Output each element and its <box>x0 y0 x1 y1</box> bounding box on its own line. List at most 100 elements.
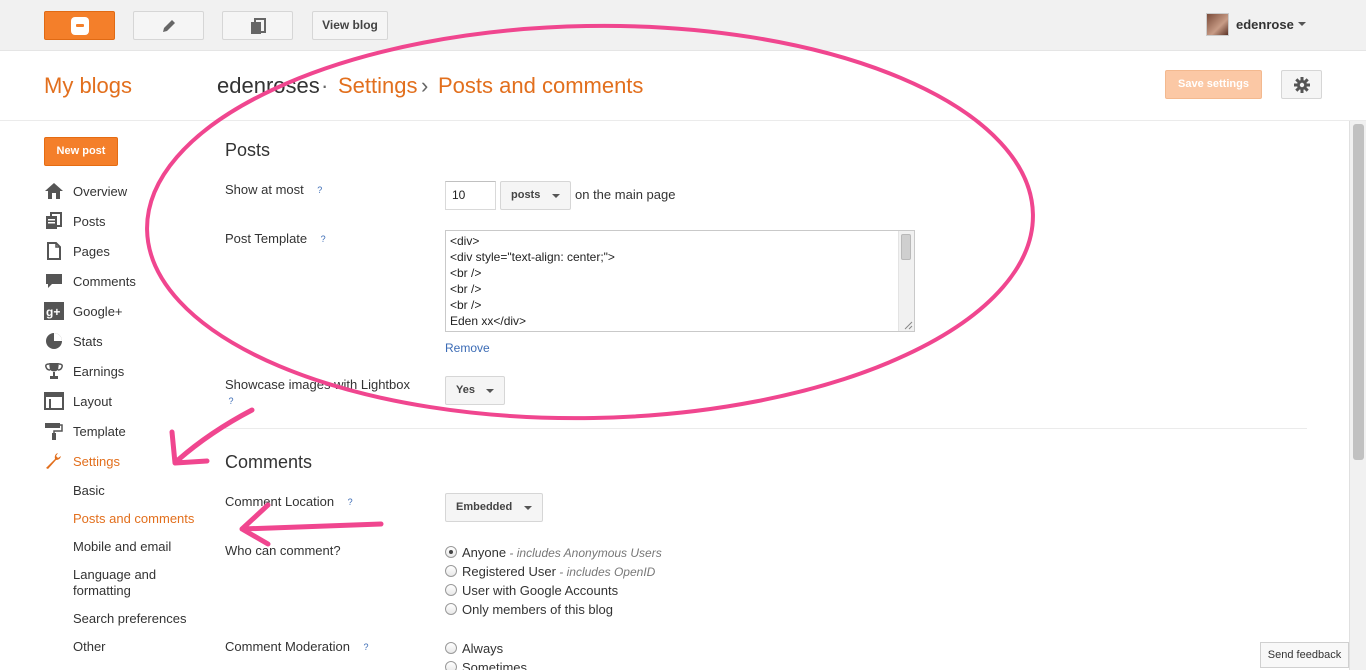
radio-label: Anyone - includes Anonymous Users <box>462 545 662 560</box>
chevron-down-icon <box>486 389 494 393</box>
lightbox-row: Showcase images with Lightbox? <box>225 377 425 409</box>
help-icon[interactable]: ? <box>344 496 356 508</box>
sidebar-item-posts[interactable]: Posts <box>44 212 204 232</box>
sidebar-item-label: Earnings <box>73 364 125 379</box>
gear-icon <box>1294 77 1310 93</box>
sidebar-item-label: Pages <box>73 244 110 259</box>
breadcrumb-separator: › <box>421 73 429 98</box>
post-template-textarea[interactable]: <div> <div style="text-align: center;"> … <box>445 230 915 332</box>
template-line: <div> <box>450 234 480 248</box>
username[interactable]: edenrose <box>1236 17 1294 32</box>
section-divider <box>225 428 1307 429</box>
sidebar-sub-posts-and-comments[interactable]: Posts and comments <box>73 511 194 527</box>
send-feedback-button[interactable]: Send feedback <box>1260 642 1349 668</box>
comment-moderation-label: Comment Moderation <box>225 639 350 654</box>
sidebar-item-overview[interactable]: Overview <box>44 182 204 202</box>
sidebar-item-settings[interactable]: Settings <box>44 452 204 472</box>
sidebar-item-stats[interactable]: Stats <box>44 332 204 352</box>
page-scroll-thumb[interactable] <box>1353 124 1364 460</box>
chevron-down-icon <box>552 194 560 198</box>
home-icon <box>45 183 63 199</box>
new-post-button[interactable]: New post <box>44 137 118 166</box>
textarea-scroll-thumb[interactable] <box>901 234 911 260</box>
template-line: <div style="text-align: center;"> <box>450 250 615 264</box>
paint-roller-icon <box>45 423 63 440</box>
radio-button[interactable] <box>445 642 457 654</box>
blogger-icon <box>71 17 89 35</box>
remove-template-link[interactable]: Remove <box>445 341 490 355</box>
posts-list-button[interactable] <box>222 11 293 40</box>
resize-handle-icon[interactable] <box>904 321 913 330</box>
sidebar-item-label: Stats <box>73 334 103 349</box>
show-at-most-row: Show at most? <box>225 182 326 197</box>
sidebar-sub-other[interactable]: Other <box>73 639 106 655</box>
help-icon[interactable]: ? <box>360 641 372 653</box>
sidebar-sub-basic[interactable]: Basic <box>73 483 105 499</box>
breadcrumb-blog: edenroses <box>217 73 320 98</box>
comments-section-title: Comments <box>225 452 313 472</box>
breadcrumb-settings[interactable]: Settings <box>338 73 418 99</box>
sidebar-item-label: Layout <box>73 394 113 409</box>
sidebar-item-earnings[interactable]: Earnings <box>44 362 204 382</box>
trophy-icon <box>45 363 63 379</box>
comment-moderation-row: Comment Moderation? <box>225 639 372 654</box>
sidebar-item-pages[interactable]: Pages <box>44 242 204 262</box>
sidebar-sub-mobile-and-email[interactable]: Mobile and email <box>73 539 171 555</box>
comment-location-select[interactable]: Embedded <box>445 493 543 522</box>
avatar[interactable] <box>1206 13 1229 36</box>
sidebar-item-label: Template <box>73 424 126 439</box>
post-template-label: Post Template <box>225 231 308 246</box>
sidebar-sub-language-and-formatting[interactable]: Language and formatting <box>73 567 183 599</box>
radio-label-text: User with Google Accounts <box>462 583 619 598</box>
comment-location-value: Embedded <box>456 501 513 513</box>
sidebar-item-layout[interactable]: Layout <box>44 392 204 412</box>
template-line: <br /> <box>450 266 482 280</box>
sidebar-item-comments[interactable]: Comments <box>44 272 204 292</box>
sidebar-sub-search-preferences[interactable]: Search preferences <box>73 611 186 627</box>
radio-button[interactable] <box>445 603 457 615</box>
posts-unit-select[interactable]: posts <box>500 181 571 210</box>
comment-location-label: Comment Location <box>225 494 335 509</box>
show-at-most-label: Show at most <box>225 182 304 197</box>
posts-section-title: Posts <box>225 140 271 160</box>
wrench-icon <box>46 453 61 469</box>
page-title: Posts and comments <box>438 73 644 98</box>
new-post-pencil-button[interactable] <box>133 11 204 40</box>
on-main-page-text: on the main page <box>575 187 676 202</box>
chevron-down-icon[interactable] <box>1298 22 1306 26</box>
blogger-logo-button[interactable] <box>44 11 115 40</box>
who-can-comment-label: Who can comment? <box>225 543 341 558</box>
my-blogs-link[interactable]: My blogs <box>44 73 132 99</box>
sidebar-item-label: Posts <box>73 214 106 229</box>
help-icon[interactable]: ? <box>225 395 237 407</box>
posts-count-input[interactable]: 10 <box>445 181 496 210</box>
radio-button[interactable] <box>445 565 457 577</box>
radio-label: Registered User - includes OpenID <box>462 564 655 579</box>
radio-label: Always <box>462 641 504 656</box>
sidebar-item-label: Comments <box>73 274 136 289</box>
radio-button[interactable] <box>445 661 457 670</box>
radio-label-text: Anyone <box>462 545 507 560</box>
sidebar-item-template[interactable]: Template <box>44 422 204 442</box>
lightbox-select[interactable]: Yes <box>445 376 505 405</box>
settings-gear-button[interactable] <box>1281 70 1322 99</box>
chevron-down-icon <box>524 506 532 510</box>
sidebar-item-google-plus[interactable]: g+ Google+ <box>44 302 204 322</box>
comment-location-row: Comment Location? <box>225 494 356 509</box>
radio-button[interactable] <box>445 584 457 596</box>
post-template-row: Post Template? <box>225 231 329 246</box>
sidebar-item-label: Overview <box>73 184 128 199</box>
template-line: <br /> <box>450 298 482 312</box>
page-scrollbar[interactable] <box>1349 121 1366 670</box>
textarea-scrollbar[interactable] <box>898 231 914 331</box>
help-icon[interactable]: ? <box>314 184 326 196</box>
svg-text:g+: g+ <box>46 305 60 319</box>
view-blog-button[interactable]: View blog <box>312 11 388 40</box>
help-icon[interactable]: ? <box>317 233 329 245</box>
save-settings-button[interactable]: Save settings <box>1165 70 1262 99</box>
comments-icon <box>46 274 62 288</box>
radio-note: - includes Anonymous Users <box>506 546 662 560</box>
pencil-icon <box>162 19 175 32</box>
template-line: Eden xx</div> <box>450 314 527 328</box>
radio-button[interactable] <box>445 546 457 558</box>
